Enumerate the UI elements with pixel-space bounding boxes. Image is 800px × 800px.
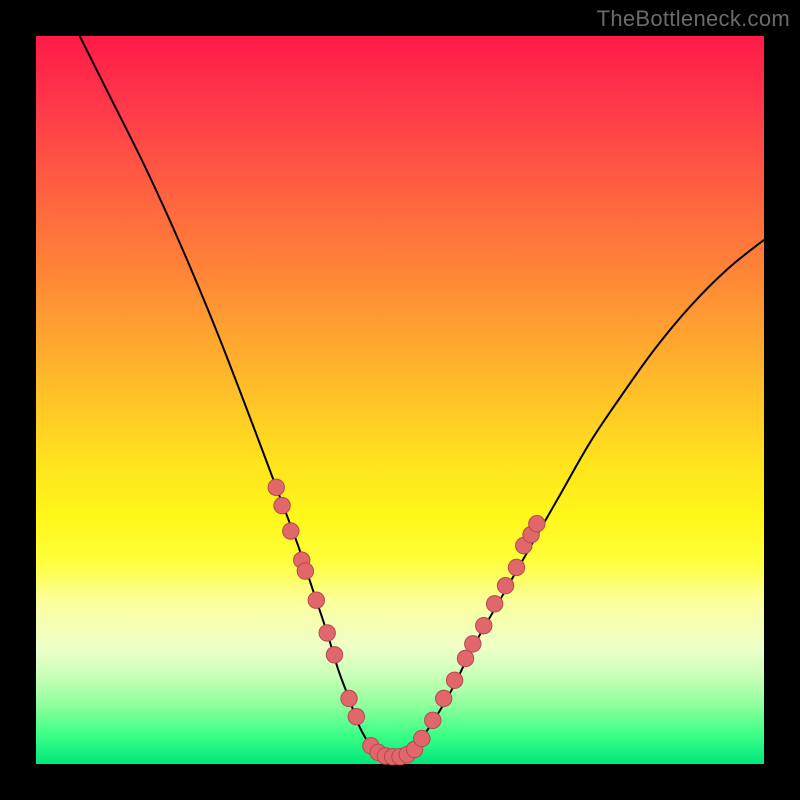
curve-marker (465, 636, 481, 652)
curve-marker (497, 577, 513, 593)
watermark-text: TheBottleneck.com (597, 6, 790, 32)
curve-marker (414, 730, 430, 746)
curve-marker (341, 690, 357, 706)
curve-marker (508, 559, 524, 575)
plot-area (36, 36, 764, 764)
curve-marker (476, 617, 492, 633)
curve-marker (529, 516, 545, 532)
curve-markers (268, 479, 545, 765)
curve-marker (435, 690, 451, 706)
curve-marker (486, 596, 502, 612)
curve-marker (319, 625, 335, 641)
curve-marker (283, 523, 299, 539)
curve-marker (274, 497, 290, 513)
chart-svg (36, 36, 764, 764)
curve-marker (268, 479, 284, 495)
bottleneck-curve (80, 36, 764, 757)
curve-marker (308, 592, 324, 608)
curve-marker (297, 563, 313, 579)
curve-marker (446, 672, 462, 688)
curve-marker (348, 708, 364, 724)
curve-marker (425, 712, 441, 728)
chart-frame: TheBottleneck.com (0, 0, 800, 800)
curve-marker (457, 650, 473, 666)
curve-marker (326, 647, 342, 663)
